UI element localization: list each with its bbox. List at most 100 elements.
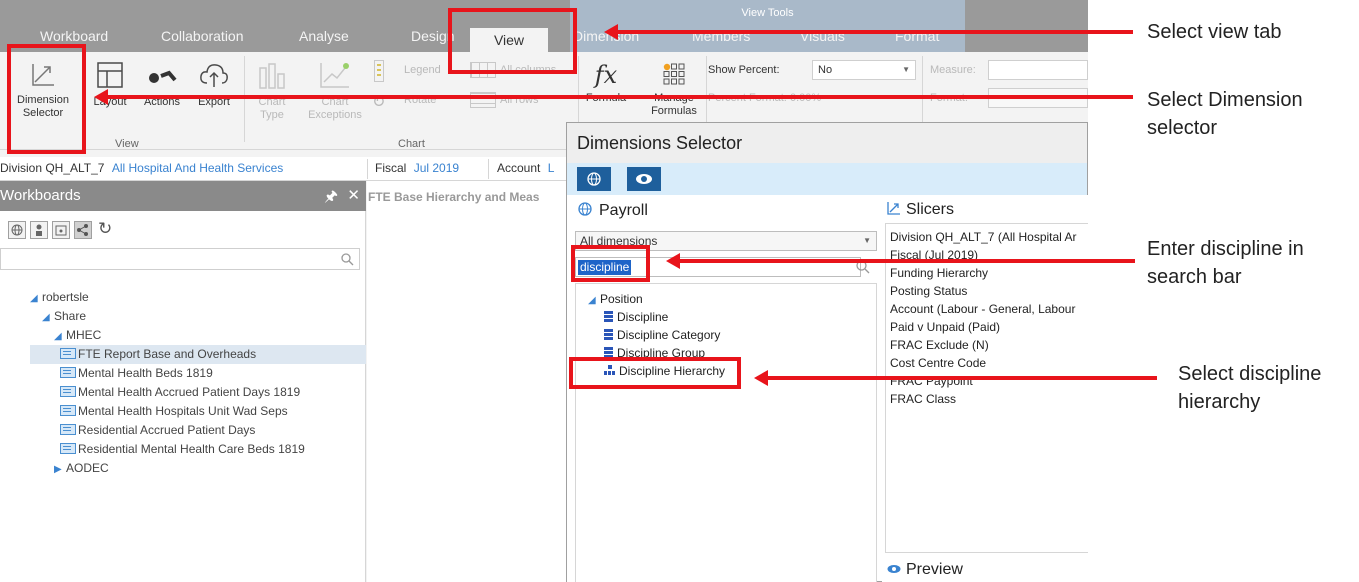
cube-name: Payroll — [577, 201, 648, 220]
bar-chart-icon — [259, 63, 285, 89]
report-icon — [60, 405, 76, 416]
preview-title: Preview — [906, 561, 963, 578]
slicer-item[interactable]: FRAC Exclude (N) — [890, 336, 1077, 354]
report-icon — [60, 348, 76, 359]
callout-select-view-tab: Select view tab — [1147, 21, 1282, 43]
callout-select-dimension-selector: Select Dimension selector — [1147, 89, 1303, 139]
chart-exceptions-button[interactable]: Chart Exceptions — [300, 58, 370, 130]
tree-node-share[interactable]: ◢ Share — [30, 307, 366, 326]
chart-type-button[interactable]: Chart Type — [250, 58, 294, 130]
share-filter-icon[interactable] — [74, 221, 92, 239]
main-report-area: FTE Base Hierarchy and Meas — [367, 181, 567, 582]
globe-icon — [11, 224, 23, 236]
refresh-icon[interactable]: ↻ — [98, 219, 112, 239]
chevron-down-icon: ▼ — [902, 65, 910, 74]
slicers-title: Slicers — [906, 201, 955, 218]
slicer-item[interactable]: Funding Hierarchy — [890, 264, 1077, 282]
filter-division-value: All Hospital And Health Services — [111, 161, 284, 175]
expand-triangle-icon: ◢ — [42, 312, 50, 323]
pin-icon[interactable]: 🖈 — [324, 186, 338, 211]
workboards-header: Workboards 🖈 ✕ — [0, 181, 366, 211]
report-title: FTE Base Hierarchy and Meas — [368, 190, 540, 204]
export-button[interactable]: Export — [192, 58, 236, 122]
layout-icon — [97, 62, 123, 88]
tree-node-position[interactable]: ◢ Position — [588, 290, 725, 308]
group-view-label: View — [115, 138, 139, 150]
application-window: View Tools Workboard Collaboration Analy… — [0, 0, 1088, 582]
tree-node-mhec[interactable]: ◢ MHEC — [30, 326, 366, 345]
chart-exceptions-label: Chart Exceptions — [308, 96, 362, 121]
workboards-search-input[interactable] — [0, 248, 360, 270]
manage-formulas-button[interactable]: Manage Formulas — [646, 58, 702, 118]
legend-toggle[interactable]: Legend — [404, 64, 441, 76]
actions-icon — [149, 70, 177, 83]
dimension-icon — [604, 311, 613, 322]
measure-input[interactable] — [988, 60, 1088, 80]
annotation-arrow — [106, 95, 1133, 99]
workboards-panel: Workboards 🖈 ✕ ↻ ◢ robertsle ◢ Share ◢ MHEC… — [0, 181, 366, 582]
grid-icon — [663, 63, 685, 85]
measure-label: Measure: — [930, 64, 976, 76]
show-percent-label: Show Percent: — [708, 64, 780, 76]
slicers-heading: Slicers — [887, 201, 954, 219]
dialog-title: Dimensions Selector — [567, 123, 1087, 163]
filter-fiscal[interactable]: Fiscal Jul 2019 — [375, 161, 459, 175]
eye-icon — [887, 565, 901, 573]
tree-item-label: Mental Health Beds 1819 — [78, 366, 213, 380]
slicer-item[interactable]: Cost Centre Code — [890, 354, 1077, 372]
eye-toggle-button[interactable] — [627, 167, 661, 191]
filter-division[interactable]: Division QH_ALT_7 All Hospital And Healt… — [0, 161, 283, 175]
slicer-item[interactable]: Posting Status — [890, 282, 1077, 300]
slicers-pane: Slicers Division QH_ALT_7 (All Hospital … — [882, 195, 1088, 582]
tree-node-root[interactable]: ◢ robertsle — [30, 288, 366, 307]
show-percent-select[interactable]: No ▼ — [812, 60, 916, 80]
preview-heading: Preview — [887, 561, 963, 579]
close-icon[interactable]: ✕ — [347, 186, 360, 204]
user-filter-icon[interactable] — [30, 221, 48, 239]
globe-toggle-button[interactable] — [577, 167, 611, 191]
callout-select-discipline-hierarchy: Select discipline hierarchy — [1178, 363, 1322, 413]
actions-button[interactable]: Actions — [136, 58, 188, 122]
formula-button[interactable]: fx Formula — [584, 58, 628, 118]
filter-account[interactable]: Account L — [497, 161, 554, 175]
user-icon — [36, 224, 42, 236]
dimension-item-discipline-category[interactable]: Discipline Category — [588, 326, 725, 344]
expand-triangle-icon: ◢ — [54, 331, 62, 342]
tree-item-label: Residential Accrued Patient Days — [78, 423, 256, 437]
annotation-arrow — [616, 30, 1133, 34]
tree-item-label: Residential Mental Health Care Beds 1819 — [78, 442, 305, 456]
tree-item-report[interactable]: FTE Report Base and Overheads — [30, 345, 366, 364]
tree-item-report[interactable]: Residential Accrued Patient Days — [30, 421, 366, 440]
tree-node-aodec[interactable]: ▶ AODEC — [30, 459, 366, 478]
expand-triangle-icon: ◢ — [588, 295, 596, 306]
tree-item-label: FTE Report Base and Overheads — [78, 347, 257, 361]
slicer-item[interactable]: Account (Labour - General, Labour — [890, 300, 1077, 318]
tree-item-report[interactable]: Residential Mental Health Care Beds 1819 — [30, 440, 366, 459]
workboards-title: Workboards — [0, 187, 81, 204]
folder-filter-icon[interactable] — [52, 221, 70, 239]
dimension-item-label: Discipline Category — [617, 328, 721, 342]
show-percent-value: No — [818, 64, 833, 76]
cloud-upload-icon — [200, 64, 228, 87]
tree-item-report[interactable]: Mental Health Hospitals Unit Wad Seps — [30, 402, 366, 421]
report-icon — [60, 443, 76, 454]
tree-item-report[interactable]: Mental Health Beds 1819 — [30, 364, 366, 383]
tree-item-report[interactable]: Mental Health Accrued Patient Days 1819 — [30, 383, 366, 402]
filter-account-label: Account — [497, 161, 541, 175]
tab-analyse[interactable]: Analyse — [299, 28, 349, 52]
dimension-item-discipline[interactable]: Discipline — [588, 308, 725, 326]
highlight-view-tab — [448, 8, 577, 74]
line-chart-icon — [320, 63, 349, 88]
tab-collaboration[interactable]: Collaboration — [161, 28, 244, 52]
slicer-item[interactable]: FRAC Class — [890, 390, 1077, 408]
globe-filter-icon[interactable] — [8, 221, 26, 239]
group-chart-label: Chart — [398, 138, 425, 150]
slicer-item[interactable]: FRAC Paypoint — [890, 372, 1077, 390]
slicer-item[interactable]: Division QH_ALT_7 (All Hospital Ar — [890, 228, 1077, 246]
slicer-item[interactable]: Paid v Unpaid (Paid) — [890, 318, 1077, 336]
fx-icon: fx — [594, 61, 618, 89]
workboards-tree: ◢ robertsle ◢ Share ◢ MHEC FTE Report Base … — [30, 288, 366, 478]
report-icon — [60, 386, 76, 397]
tree-item-label: Mental Health Accrued Patient Days 1819 — [78, 385, 301, 399]
filter-division-label: Division QH_ALT_7 — [0, 161, 105, 175]
